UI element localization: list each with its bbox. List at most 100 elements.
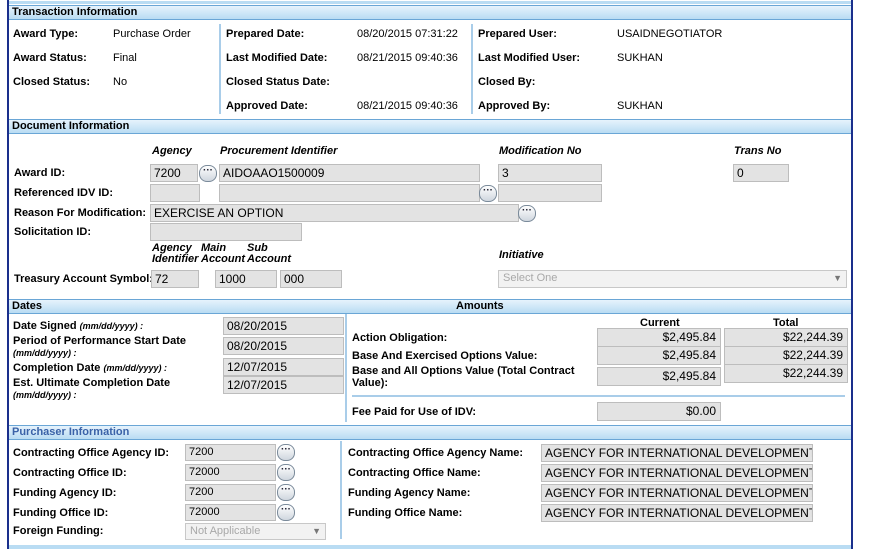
- reason-for-modification-field[interactable]: EXERCISE AN OPTION: [150, 204, 519, 222]
- solicitation-id-field[interactable]: [150, 223, 302, 241]
- co-id-label: Contracting Office ID:: [13, 467, 127, 479]
- top-bar: [9, 1, 851, 4]
- award-status-label: Award Status:: [13, 52, 87, 64]
- treasury-agency-field[interactable]: 72: [151, 270, 199, 288]
- procurement-identifier-column-header: Procurement Identifier: [220, 145, 338, 157]
- obligation-current-field[interactable]: $2,495.84: [597, 328, 721, 347]
- transaction-section-header: Transaction Information: [9, 5, 851, 20]
- base-all-total-field[interactable]: $22,244.39: [724, 364, 848, 383]
- ref-idv-agency-field[interactable]: [150, 184, 200, 202]
- initiative-select[interactable]: Select One ▼: [498, 270, 847, 288]
- co-agency-name-label: Contracting Office Agency Name:: [348, 447, 524, 459]
- purchaser-section-header: Purchaser Information: [9, 425, 851, 440]
- co-name-field[interactable]: AGENCY FOR INTERNATIONAL DEVELOPMENT: [541, 464, 813, 482]
- closed-status-value: No: [113, 76, 128, 88]
- prepared-user-label: Prepared User:: [478, 28, 557, 40]
- last-modified-date-label: Last Modified Date:: [226, 52, 328, 64]
- agency-identifier-header: Agency Identifier: [152, 242, 199, 265]
- modification-no-column-header: Modification No: [499, 145, 582, 157]
- ellipsis-icon[interactable]: ···: [277, 464, 295, 481]
- trans-no-column-header: Trans No: [734, 145, 782, 157]
- co-name-label: Contracting Office Name:: [348, 467, 481, 479]
- date-signed-label: Date Signed (mm/dd/yyyy) :: [13, 320, 144, 332]
- completion-date-field[interactable]: 12/07/2015: [223, 358, 344, 376]
- funding-agency-name-field[interactable]: AGENCY FOR INTERNATIONAL DEVELOPMENT: [541, 484, 813, 502]
- award-type-label: Award Type:: [13, 28, 78, 40]
- prepared-user-value: USAIDNEGOTIATOR: [617, 28, 723, 40]
- bottom-bar: [9, 545, 851, 549]
- funding-office-id-field[interactable]: 72000: [185, 504, 276, 521]
- award-agency-field[interactable]: 7200: [150, 164, 198, 182]
- trans-no-field[interactable]: 0: [733, 164, 789, 182]
- approved-date-label: Approved Date:: [226, 100, 308, 112]
- ellipsis-icon[interactable]: ···: [199, 165, 217, 182]
- funding-office-id-label: Funding Office ID:: [13, 507, 109, 519]
- date-signed-field[interactable]: 08/20/2015: [223, 317, 344, 335]
- base-exercised-current-field[interactable]: $2,495.84: [597, 346, 721, 365]
- ellipsis-icon[interactable]: ···: [518, 205, 536, 222]
- ref-idv-label: Referenced IDV ID:: [14, 187, 114, 199]
- fee-paid-label: Fee Paid for Use of IDV:: [352, 406, 477, 418]
- prepared-date-label: Prepared Date:: [226, 28, 305, 40]
- foreign-funding-select[interactable]: Not Applicable ▼: [185, 523, 326, 540]
- chevron-down-icon: ▼: [312, 526, 321, 536]
- prepared-date-value: 08/20/2015 07:31:22: [357, 28, 458, 40]
- co-agency-id-field[interactable]: 7200: [185, 444, 276, 461]
- ultimate-completion-field[interactable]: 12/07/2015: [223, 376, 344, 394]
- ellipsis-icon[interactable]: ···: [277, 504, 295, 521]
- base-exercised-total-field[interactable]: $22,244.39: [724, 346, 848, 365]
- funding-agency-id-field[interactable]: 7200: [185, 484, 276, 501]
- co-agency-name-field[interactable]: AGENCY FOR INTERNATIONAL DEVELOPMENT: [541, 444, 813, 462]
- approved-by-value: SUKHAN: [617, 100, 663, 112]
- solicitation-id-label: Solicitation ID:: [14, 226, 91, 238]
- amounts-header: Amounts: [456, 300, 504, 312]
- co-agency-id-label: Contracting Office Agency ID:: [13, 447, 170, 459]
- treasury-account-symbol-label: Treasury Account Symbol:: [14, 273, 153, 285]
- award-type-value: Purchase Order: [113, 28, 191, 40]
- initiative-header: Initiative: [499, 249, 544, 261]
- chevron-down-icon: ▼: [833, 273, 842, 283]
- ref-idv-piid-field[interactable]: [219, 184, 480, 202]
- pop-start-label: Period of Performance Start Date (mm/dd/y…: [13, 335, 186, 358]
- award-status-value: Final: [113, 52, 137, 64]
- completion-date-label: Completion Date (mm/dd/yyyy) :: [13, 362, 167, 374]
- main-account-header: Main Account: [201, 242, 245, 265]
- reason-for-modification-label: Reason For Modification:: [14, 207, 146, 219]
- closed-status-label: Closed Status:: [13, 76, 91, 88]
- last-modified-user-label: Last Modified User:: [478, 52, 581, 64]
- last-modified-user-value: SUKHAN: [617, 52, 663, 64]
- treasury-main-account-field[interactable]: 1000: [215, 270, 277, 288]
- funding-office-name-field[interactable]: AGENCY FOR INTERNATIONAL DEVELOPMENT: [541, 504, 813, 522]
- award-id-label: Award ID:: [14, 167, 66, 179]
- sub-account-header: Sub Account: [247, 242, 291, 265]
- approved-by-label: Approved By:: [478, 100, 551, 112]
- ref-idv-mod-field[interactable]: [498, 184, 602, 202]
- treasury-sub-account-field[interactable]: 000: [280, 270, 342, 288]
- action-obligation-label: Action Obligation:: [352, 332, 448, 344]
- divider: [340, 441, 342, 539]
- ellipsis-icon[interactable]: ···: [277, 444, 295, 461]
- base-all-current-field[interactable]: $2,495.84: [597, 367, 721, 386]
- ellipsis-icon[interactable]: ···: [479, 185, 497, 202]
- co-id-field[interactable]: 72000: [185, 464, 276, 481]
- obligation-total-field[interactable]: $22,244.39: [724, 328, 848, 347]
- base-exercised-label: Base And Exercised Options Value:: [352, 350, 538, 362]
- pop-start-field[interactable]: 08/20/2015: [223, 337, 344, 355]
- divider: [345, 314, 347, 422]
- agency-column-header: Agency: [152, 145, 192, 157]
- foreign-funding-label: Foreign Funding:: [13, 525, 104, 537]
- funding-agency-name-label: Funding Agency Name:: [348, 487, 471, 499]
- funding-agency-id-label: Funding Agency ID:: [13, 487, 117, 499]
- divider: [471, 24, 473, 114]
- dates-amounts-section-header: Dates Amounts: [9, 299, 851, 314]
- procurement-identifier-field[interactable]: AIDOAAO1500009: [219, 164, 480, 182]
- document-section-header: Document Information: [9, 119, 851, 134]
- fee-paid-field[interactable]: $0.00: [597, 402, 721, 421]
- ultimate-completion-label: Est. Ultimate Completion Date (mm/dd/yyyy…: [13, 377, 171, 400]
- divider: [219, 24, 221, 114]
- approved-date-value: 08/21/2015 09:40:36: [357, 100, 458, 112]
- last-modified-date-value: 08/21/2015 09:40:36: [357, 52, 458, 64]
- funding-office-name-label: Funding Office Name:: [348, 507, 463, 519]
- modification-no-field[interactable]: 3: [498, 164, 602, 182]
- ellipsis-icon[interactable]: ···: [277, 484, 295, 501]
